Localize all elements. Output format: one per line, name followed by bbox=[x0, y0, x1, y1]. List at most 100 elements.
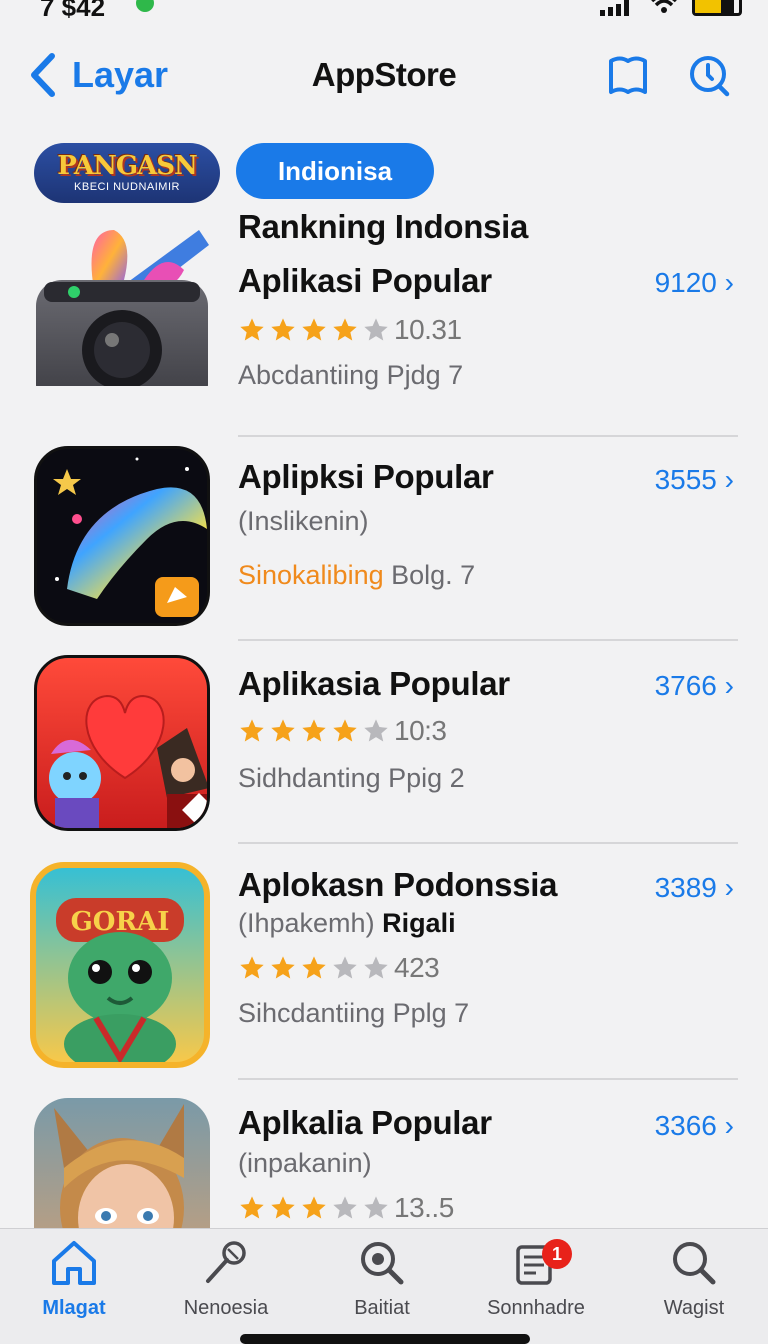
app-subtitle: (Ihpakemh) Rigali bbox=[238, 908, 456, 939]
app-detail: Sihcdantiing Pplg 7 bbox=[238, 998, 470, 1028]
banner-title: PANGASN bbox=[57, 151, 198, 181]
star-filled-icon bbox=[271, 956, 295, 979]
star-filled-icon bbox=[333, 318, 357, 341]
star-empty-icon bbox=[364, 956, 388, 979]
app-count-link[interactable]: 3366 › bbox=[655, 1110, 734, 1142]
app-icon-heart bbox=[34, 655, 210, 831]
tab-label: Nenoesia bbox=[183, 1297, 269, 1319]
star-filled-icon bbox=[271, 1196, 295, 1219]
app-count-link[interactable]: 3555 › bbox=[655, 464, 734, 496]
list-item[interactable]: Aplipksi Popular 3555 › (Inslikenin) Sin… bbox=[0, 446, 768, 642]
status-time: 7 $42 bbox=[40, 0, 106, 22]
navigation-bar: Layar AppStore bbox=[0, 44, 768, 108]
list-item[interactable]: GORAI Aplokasn Podonssia 3389 › (Ihpakem… bbox=[0, 862, 768, 1082]
wave-icon bbox=[53, 457, 207, 617]
app-detail: Sidhdanting Ppig 2 bbox=[238, 763, 465, 793]
app-name: Aplkalia Popular bbox=[238, 1104, 492, 1141]
wifi-icon bbox=[651, 0, 677, 13]
rating: 13..5 bbox=[238, 1192, 454, 1224]
tab-bar: Mlagat Nenoesia Baitiat 1 Sonnhadre Wagi… bbox=[0, 1228, 768, 1344]
star-filled-icon bbox=[302, 1196, 326, 1219]
app-name: Aplikasi Popular bbox=[238, 262, 492, 299]
star-filled-icon bbox=[302, 318, 326, 341]
rating: 423 bbox=[238, 952, 440, 984]
magnifier-icon bbox=[361, 1242, 404, 1285]
search-icon bbox=[673, 1242, 716, 1285]
app-detail-rest: Bolg. 7 bbox=[383, 560, 476, 590]
app-icon-dragon: GORAI bbox=[30, 862, 210, 1068]
list-item[interactable]: Aplikasi Popular 9120 › 10.31 Abcdantiin… bbox=[0, 210, 768, 440]
app-icon-wave bbox=[34, 446, 210, 626]
heart-icon bbox=[49, 694, 207, 828]
star-rating-icons bbox=[238, 1194, 390, 1222]
tab-label: Sonnhadre bbox=[487, 1297, 585, 1319]
character-icon bbox=[54, 1104, 184, 1228]
star-empty-icon bbox=[333, 956, 357, 979]
app-count-link[interactable]: 9120 › bbox=[655, 267, 734, 299]
divider bbox=[238, 435, 738, 437]
bookmark-icon[interactable] bbox=[606, 54, 650, 98]
app-icon-camera bbox=[34, 210, 210, 386]
microphone-icon bbox=[206, 1241, 246, 1283]
star-filled-icon bbox=[240, 719, 264, 742]
tab-label: Mlagat bbox=[42, 1297, 106, 1319]
app-name: Aplikasia Popular bbox=[238, 665, 510, 702]
app-detail: Abcdantiing Pjdg 7 bbox=[238, 360, 464, 390]
battery-icon bbox=[692, 0, 742, 16]
category-banner-chip[interactable]: PANGASN KBECI NUDNAIMIR bbox=[34, 143, 220, 203]
tab-updates[interactable]: 1 Sonnhadre bbox=[466, 1237, 606, 1320]
search-icon[interactable] bbox=[686, 54, 730, 98]
notification-badge: 1 bbox=[542, 1239, 572, 1269]
home-icon bbox=[52, 1241, 96, 1285]
star-filled-icon bbox=[240, 956, 264, 979]
star-rating-icons bbox=[238, 954, 390, 982]
app-count-link[interactable]: 3766 › bbox=[655, 670, 734, 702]
tab-label: Baitiat bbox=[354, 1297, 410, 1319]
star-filled-icon bbox=[302, 719, 326, 742]
star-filled-icon bbox=[240, 1196, 264, 1219]
signal-icon bbox=[600, 0, 629, 16]
app-name: Aplokasn Podonssia bbox=[238, 866, 558, 903]
star-empty-icon bbox=[364, 318, 388, 341]
app-count-link[interactable]: 3389 › bbox=[655, 872, 734, 904]
app-subtitle-bold: Rigali bbox=[374, 908, 456, 938]
rating: 10.31 bbox=[238, 314, 462, 346]
app-subtitle: (Inslikenin) bbox=[238, 506, 369, 536]
rating-value: 10:3 bbox=[394, 715, 447, 746]
divider bbox=[238, 842, 738, 844]
divider bbox=[238, 639, 738, 641]
star-rating-icons bbox=[238, 316, 390, 344]
star-filled-icon bbox=[333, 719, 357, 742]
app-detail-highlight: Sinokalibing bbox=[238, 560, 384, 590]
list-item[interactable]: Aplkalia Popular 3366 › (inpakanin) 13..… bbox=[0, 1098, 768, 1228]
app-subtitle-text: (Ihpakemh) bbox=[238, 908, 375, 938]
star-empty-icon bbox=[364, 719, 388, 742]
rating-value: 13..5 bbox=[394, 1192, 454, 1223]
app-name: Aplipksi Popular bbox=[238, 458, 494, 495]
star-filled-icon bbox=[271, 719, 295, 742]
app-detail: Sinokalibing Bolg. 7 bbox=[238, 560, 475, 591]
rating: 10:3 bbox=[238, 715, 447, 747]
star-empty-icon bbox=[333, 1196, 357, 1219]
tab-discover[interactable]: Baitiat bbox=[312, 1237, 452, 1320]
banner-subtitle: KBECI NUDNAIMIR bbox=[74, 181, 180, 193]
star-filled-icon bbox=[240, 318, 264, 341]
home-indicator bbox=[240, 1334, 530, 1344]
list-item[interactable]: Aplikasia Popular 3766 › 10:3 Sidhdantin… bbox=[0, 655, 768, 845]
camera-icon bbox=[36, 230, 209, 386]
dragon-icon: GORAI bbox=[56, 898, 184, 1062]
app-subtitle: (inpakanin) bbox=[238, 1148, 372, 1178]
tab-microphone[interactable]: Nenoesia bbox=[156, 1237, 296, 1320]
location-icon bbox=[132, 0, 158, 16]
rating-value: 423 bbox=[394, 952, 440, 983]
star-filled-icon bbox=[302, 956, 326, 979]
page-title: AppStore bbox=[311, 56, 457, 93]
tab-label: Wagist bbox=[663, 1297, 725, 1319]
app-icon-character bbox=[34, 1098, 210, 1228]
star-filled-icon bbox=[271, 318, 295, 341]
tab-home[interactable]: Mlagat bbox=[4, 1237, 144, 1320]
region-chip[interactable]: Indionisa bbox=[236, 143, 434, 199]
star-empty-icon bbox=[364, 1196, 388, 1219]
rating-value: 10.31 bbox=[394, 314, 462, 345]
tab-search[interactable]: Wagist bbox=[624, 1237, 764, 1320]
